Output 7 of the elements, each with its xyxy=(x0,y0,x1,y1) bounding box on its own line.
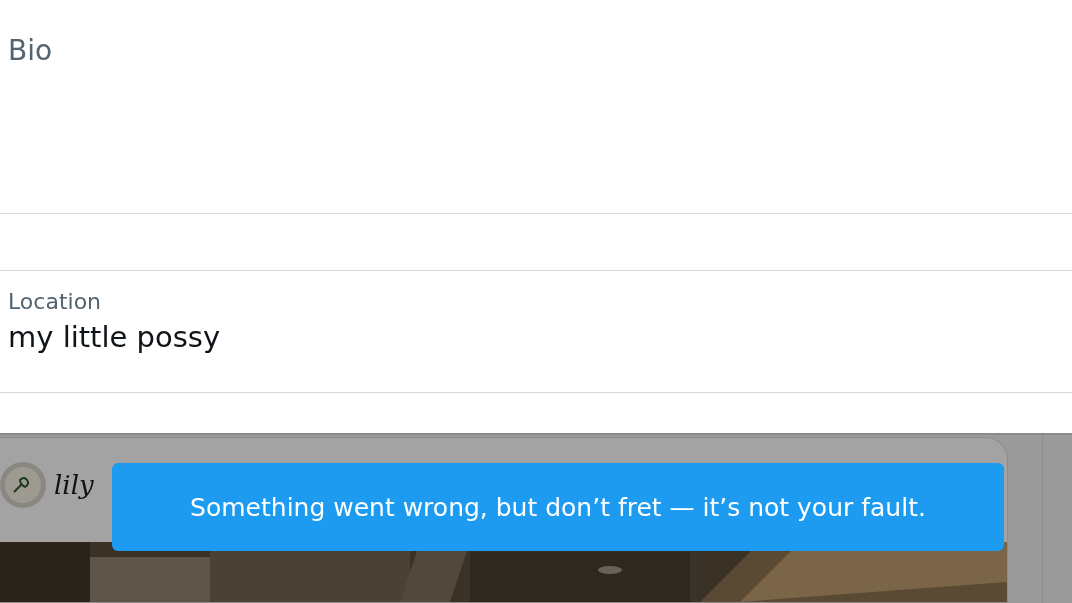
field-label: Bio xyxy=(8,34,53,67)
location-field[interactable]: Location my little possy xyxy=(0,271,1072,394)
author-name: lily xyxy=(54,470,94,500)
field-label: Location xyxy=(8,289,102,315)
bio-field[interactable]: Bio xyxy=(0,0,1072,214)
field-value: my little possy xyxy=(8,320,221,355)
toast-message: Something went wrong, but don’t fret — it’s not your fault. xyxy=(190,492,926,522)
